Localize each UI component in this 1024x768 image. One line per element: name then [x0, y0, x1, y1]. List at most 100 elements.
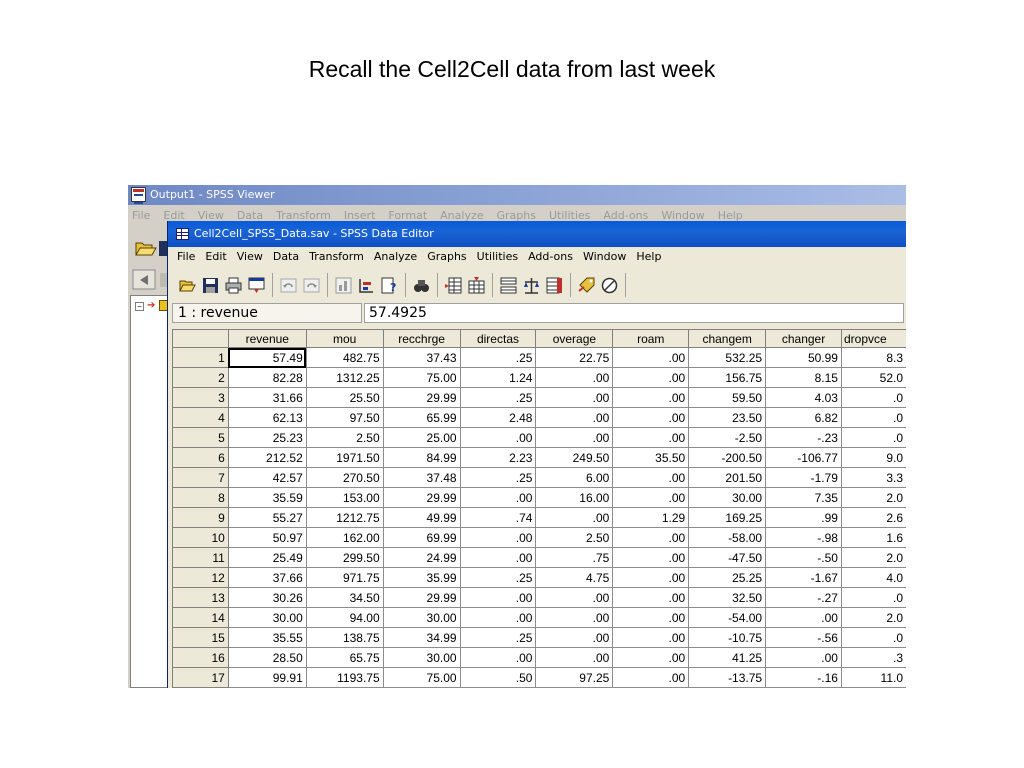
data-cell[interactable]: 482.75 [305, 347, 384, 368]
data-cell[interactable]: .00 [535, 607, 614, 628]
data-cell[interactable]: 1193.75 [305, 667, 384, 688]
data-cell[interactable]: -58.00 [688, 527, 767, 548]
data-cell[interactable]: .00 [535, 647, 614, 668]
data-cell[interactable]: 2.50 [305, 427, 384, 448]
data-cell[interactable]: 84.99 [382, 447, 461, 468]
menu-help[interactable]: Help [631, 247, 666, 267]
data-cell[interactable]: .00 [535, 387, 614, 408]
menu-transform[interactable]: Transform [304, 247, 369, 267]
menu-file[interactable]: File [172, 247, 200, 267]
data-cell[interactable]: 25.23 [227, 427, 307, 448]
data-cell[interactable]: .00 [459, 427, 537, 448]
data-cell[interactable]: .00 [612, 647, 690, 668]
data-cell[interactable]: -1.79 [765, 467, 842, 488]
data-cell[interactable]: 2.0 [840, 547, 906, 568]
use-sets-icon[interactable] [599, 275, 620, 296]
row-number[interactable]: 1 [172, 347, 229, 368]
data-cell[interactable]: .00 [612, 547, 690, 568]
data-cell[interactable]: .0 [840, 387, 906, 408]
data-cell[interactable]: .00 [535, 507, 614, 528]
undo-icon[interactable] [278, 275, 299, 296]
data-cell[interactable]: 97.25 [535, 667, 614, 688]
data-cell[interactable]: .25 [459, 347, 537, 368]
data-cell[interactable]: .00 [612, 467, 690, 488]
row-number[interactable]: 16 [172, 647, 229, 668]
row-number[interactable]: 14 [172, 607, 229, 628]
data-cell[interactable]: .00 [612, 407, 690, 428]
data-cell[interactable]: 25.00 [382, 427, 461, 448]
data-cell[interactable]: 9.0 [840, 447, 906, 468]
viewer-menu-file[interactable]: File [132, 209, 150, 222]
data-cell[interactable]: 28.50 [227, 647, 307, 668]
data-cell[interactable]: 99.91 [227, 667, 307, 688]
data-cell[interactable]: 50.99 [765, 347, 842, 368]
data-cell[interactable]: 65.75 [305, 647, 384, 668]
data-cell[interactable]: -2.50 [688, 427, 767, 448]
data-cell[interactable]: .00 [765, 607, 842, 628]
dialog-recall-icon[interactable] [246, 275, 267, 296]
row-number[interactable]: 15 [172, 627, 229, 648]
data-cell[interactable]: 69.99 [382, 527, 461, 548]
data-cell[interactable]: -.23 [765, 427, 842, 448]
data-cell[interactable]: .00 [612, 607, 690, 628]
data-cell[interactable]: 82.28 [227, 367, 307, 388]
row-number[interactable]: 10 [172, 527, 229, 548]
data-cell[interactable]: .00 [459, 647, 537, 668]
data-cell[interactable]: 162.00 [305, 527, 384, 548]
data-cell[interactable]: .00 [459, 547, 537, 568]
data-cell[interactable]: 57.49 [227, 347, 307, 368]
data-cell[interactable]: .0 [840, 427, 906, 448]
data-cell[interactable]: 62.13 [227, 407, 307, 428]
data-cell[interactable]: 35.59 [227, 487, 307, 508]
data-cell[interactable]: .50 [459, 667, 537, 688]
open-folder-icon[interactable] [132, 235, 170, 261]
data-cell[interactable]: 1.29 [612, 507, 690, 528]
data-cell[interactable]: 97.50 [305, 407, 384, 428]
save-disk-icon[interactable] [200, 275, 221, 296]
viewer-title-bar[interactable]: Output1 - SPSS Viewer [128, 185, 906, 205]
data-cell[interactable]: 49.99 [382, 507, 461, 528]
data-cell[interactable]: 42.57 [227, 467, 307, 488]
goto-case-icon[interactable] [356, 275, 377, 296]
data-cell[interactable]: 65.99 [382, 407, 461, 428]
data-cell[interactable]: -.56 [765, 627, 842, 648]
data-cell[interactable]: 31.66 [227, 387, 307, 408]
data-cell[interactable]: .74 [459, 507, 537, 528]
data-cell[interactable]: .00 [612, 667, 690, 688]
data-cell[interactable]: -1.67 [765, 567, 842, 588]
data-cell[interactable]: 25.49 [227, 547, 307, 568]
column-header[interactable]: roam [612, 329, 690, 348]
data-cell[interactable]: 1212.75 [305, 507, 384, 528]
data-cell[interactable]: 299.50 [305, 547, 384, 568]
data-cell[interactable]: 24.99 [382, 547, 461, 568]
data-cell[interactable]: .0 [840, 627, 906, 648]
print-icon[interactable] [223, 275, 244, 296]
editor-title-bar[interactable]: Cell2Cell_SPSS_Data.sav - SPSS Data Edit… [168, 221, 906, 247]
data-cell[interactable]: 35.50 [612, 447, 690, 468]
data-cell[interactable]: .00 [765, 647, 842, 668]
data-cell[interactable]: 30.00 [688, 487, 767, 508]
data-cell[interactable]: 29.99 [382, 387, 461, 408]
data-cell[interactable]: 2.6 [840, 507, 906, 528]
weight-cases-icon[interactable] [521, 275, 542, 296]
value-labels-icon[interactable] [576, 275, 597, 296]
data-cell[interactable]: 22.75 [535, 347, 614, 368]
tree-collapse-icon[interactable]: − [135, 302, 144, 311]
data-cell[interactable]: .00 [612, 387, 690, 408]
menu-edit[interactable]: Edit [200, 247, 231, 267]
row-number[interactable]: 5 [172, 427, 229, 448]
data-cell[interactable]: 1312.25 [305, 367, 384, 388]
data-cell[interactable]: .00 [612, 627, 690, 648]
data-cell[interactable]: .0 [840, 407, 906, 428]
data-cell[interactable]: 94.00 [305, 607, 384, 628]
data-cell[interactable]: 1.24 [459, 367, 537, 388]
viewer-outline-pane[interactable]: − ➔ [130, 295, 170, 688]
data-cell[interactable]: .00 [459, 607, 537, 628]
open-folder-icon[interactable] [177, 275, 198, 296]
data-cell[interactable]: 212.52 [227, 447, 307, 468]
data-cell[interactable]: 30.26 [227, 587, 307, 608]
data-cell[interactable]: 971.75 [305, 567, 384, 588]
data-cell[interactable]: 59.50 [688, 387, 767, 408]
data-cell[interactable]: 29.99 [382, 587, 461, 608]
data-cell[interactable]: 35.55 [227, 627, 307, 648]
